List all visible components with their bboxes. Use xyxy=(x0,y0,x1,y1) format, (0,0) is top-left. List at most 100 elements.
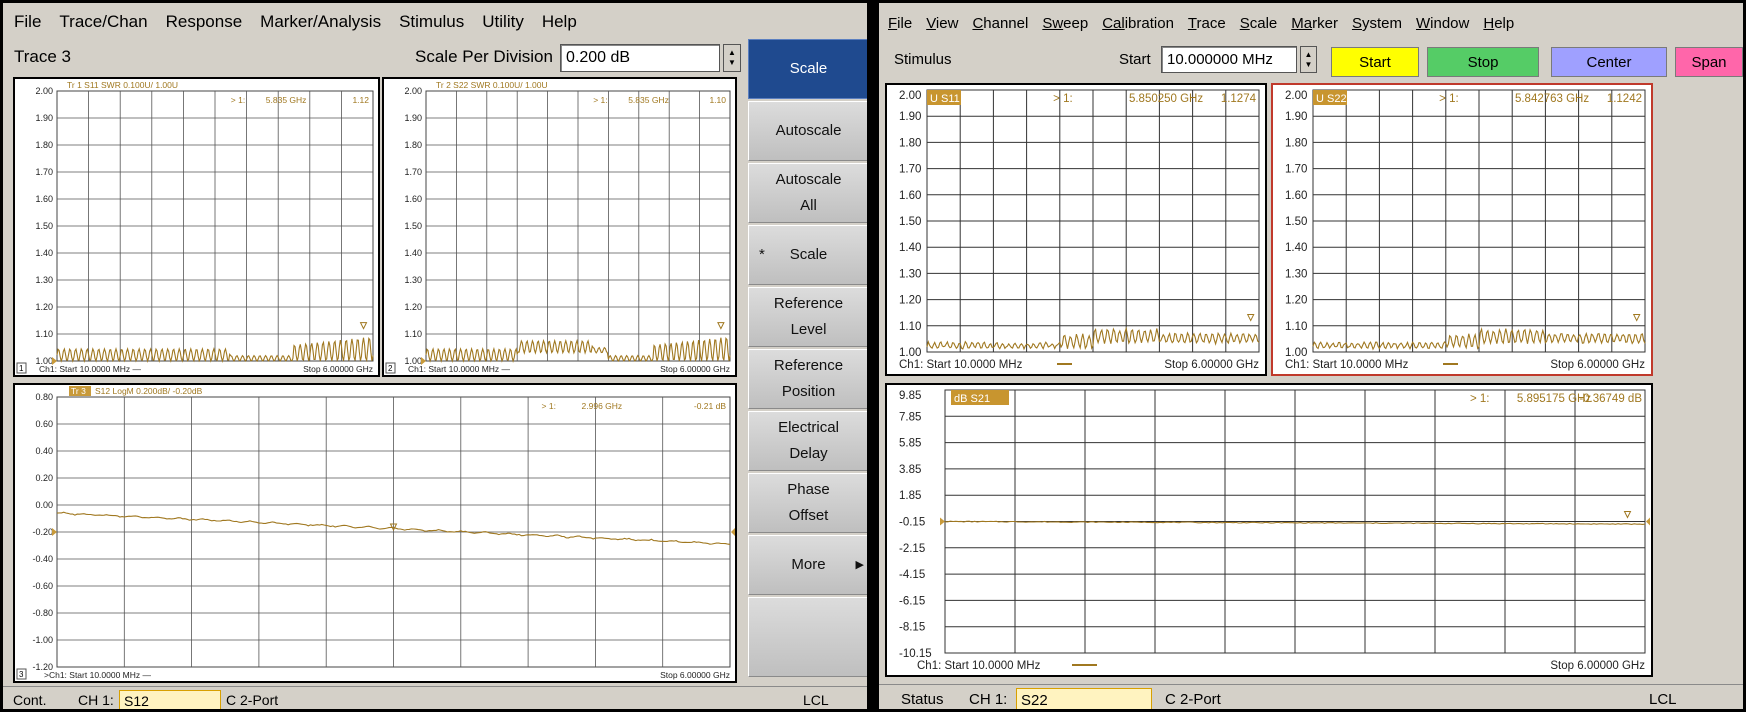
plot-trace2-s22-swr[interactable]: 2.00 1.90 1.80 1.70 1.60 1.50 1.40 1.30 1.20 1.10… xyxy=(382,77,737,377)
menu-channel[interactable]: Channel xyxy=(965,15,1035,32)
marker-label: > 1: xyxy=(542,401,556,411)
plot-canvas[interactable]: 2.00 1.90 1.80 1.70 1.60 1.50 1.40 1.30 1.20 1.10… xyxy=(1273,85,1651,374)
scale-softkey[interactable]: * Scale xyxy=(748,225,867,285)
scale-spinner[interactable]: ▲ ▼ xyxy=(723,44,741,72)
marker-frequency: 5.835 GHz xyxy=(266,95,307,105)
menu-file[interactable]: File xyxy=(5,12,50,32)
start-frequency-input[interactable]: 10.000000 MHz xyxy=(1161,46,1297,73)
y-tick-label: -2.15 xyxy=(899,543,925,555)
spin-down-icon[interactable]: ▼ xyxy=(1305,60,1313,70)
y-tick-label: 5.85 xyxy=(899,438,921,450)
spin-down-icon[interactable]: ▼ xyxy=(728,58,736,68)
marker-frequency: 5.842763 GHz xyxy=(1515,93,1589,105)
stimulus-start-button[interactable]: Start xyxy=(1331,47,1419,77)
reference-arrow-icon xyxy=(940,517,945,526)
menu-system[interactable]: System xyxy=(1345,15,1409,32)
plot-s11[interactable]: 2.00 1.90 1.80 1.70 1.60 1.50 1.40 1.30 1.20 1.10… xyxy=(885,83,1267,376)
start-spinner[interactable]: ▲ ▼ xyxy=(1300,46,1317,73)
softkey-label: Offset xyxy=(788,507,829,524)
plot-canvas[interactable]: 2.00 1.90 1.80 1.70 1.60 1.50 1.40 1.30 1.20 1.10… xyxy=(384,79,735,375)
autoscale-softkey[interactable]: Autoscale xyxy=(748,101,867,161)
menu-accelerator: S xyxy=(1239,14,1250,32)
y-tick-label: 1.10 xyxy=(404,329,422,339)
menu-utility[interactable]: Utility xyxy=(473,12,533,32)
sweep-stop-label: Stop 6.00000 GHz xyxy=(1164,359,1259,371)
y-tick-label: 1.30 xyxy=(35,275,53,285)
y-tick-label: 1.60 xyxy=(1285,190,1307,202)
plot-s22[interactable]: 2.00 1.90 1.80 1.70 1.60 1.50 1.40 1.30 1.20 1.10… xyxy=(1271,83,1653,376)
softkey-label: Autoscale xyxy=(775,171,842,188)
plot-canvas[interactable]: 0.80 0.60 0.40 0.20 0.00 -0.20 -0.40 -0.60 -0.80… xyxy=(15,385,735,681)
menu-accelerator: T xyxy=(1187,14,1197,32)
menu-response[interactable]: Response xyxy=(157,12,252,32)
spin-up-icon[interactable]: ▲ xyxy=(728,48,736,58)
autoscale-all-softkey[interactable]: Autoscale All xyxy=(748,163,867,223)
trace-header: Tr 2 S22 SWR 0.100U/ 1.00U xyxy=(436,80,548,90)
stimulus-stop-button[interactable]: Stop xyxy=(1427,47,1539,77)
marker-label: > 1: xyxy=(593,95,607,105)
menu-calibration[interactable]: Calibration xyxy=(1095,15,1181,32)
sweep-stop-label: Stop 6.00000 GHz xyxy=(303,364,373,374)
menu-window[interactable]: Window xyxy=(1409,15,1476,32)
y-tick-label: 1.50 xyxy=(899,216,921,228)
menu-trace[interactable]: Trace xyxy=(1181,15,1233,32)
y-tick-label: 1.00 xyxy=(899,347,921,359)
plot-canvas[interactable]: 2.00 1.90 1.80 1.70 1.60 1.50 1.40 1.30 1.20 1.10… xyxy=(15,79,378,375)
reference-level-softkey[interactable]: Reference Level xyxy=(748,287,867,347)
left-analyzer-window: File Trace/Chan Response Marker/Analysis Sti… xyxy=(0,0,870,712)
menu-accelerator: F xyxy=(888,14,898,32)
menu-label-rest: ystem xyxy=(1361,14,1402,32)
menu-label-rest: elp xyxy=(1494,14,1515,32)
plot-s21[interactable]: 9.85 7.85 5.85 3.85 1.85 -0.15 -2.15 -4.15 -6.15… xyxy=(885,383,1653,677)
phase-offset-softkey[interactable]: Phase Offset xyxy=(748,473,867,533)
menu-accelerator: V xyxy=(926,14,936,32)
menu-tracechan[interactable]: Trace/Chan xyxy=(50,12,156,32)
menu-scale[interactable]: Scale xyxy=(1233,15,1285,32)
spin-up-icon[interactable]: ▲ xyxy=(1305,50,1313,60)
scale-per-division-label: Scale Per Division xyxy=(415,47,553,66)
more-softkey[interactable]: More ▶ xyxy=(748,535,867,595)
channel-label: CH 1: xyxy=(78,692,114,708)
menu-help[interactable]: Help xyxy=(533,12,586,32)
reference-position-softkey[interactable]: Reference Position xyxy=(748,349,867,409)
menu-file[interactable]: File xyxy=(881,15,919,32)
scale-per-division-input[interactable]: 0.200 dB xyxy=(560,44,720,72)
y-tick-label: 1.20 xyxy=(404,302,422,312)
plot-canvas[interactable]: 9.85 7.85 5.85 3.85 1.85 -0.15 -2.15 -4.15 -6.15… xyxy=(887,385,1651,675)
y-tick-label: 1.40 xyxy=(404,248,422,258)
blank-softkey[interactable] xyxy=(748,597,867,677)
lcl-indicator: LCL xyxy=(803,692,829,708)
y-tick-label: 1.60 xyxy=(404,194,422,204)
menu-label-rest: indow xyxy=(1430,14,1470,32)
menu-label-rest: rker xyxy=(1312,14,1338,32)
stimulus-span-button[interactable]: Span xyxy=(1675,47,1743,77)
trace-tag: U S11 xyxy=(930,93,960,105)
softkey-label: Reference xyxy=(773,357,844,374)
softkey-label: Scale xyxy=(789,246,828,263)
port-mode: C 2-Port xyxy=(226,692,279,708)
plot-trace1-s11-swr[interactable]: 2.00 1.90 1.80 1.70 1.60 1.50 1.40 1.30 1.20 1.10… xyxy=(13,77,380,377)
stimulus-center-button[interactable]: Center xyxy=(1551,47,1667,77)
menu-sweep[interactable]: Sweep xyxy=(1035,15,1095,32)
active-param-field[interactable]: S12 xyxy=(119,690,221,709)
plot-canvas[interactable]: 2.00 1.90 1.80 1.70 1.60 1.50 1.40 1.30 1.20 1.10… xyxy=(887,85,1265,374)
menu-help[interactable]: Help xyxy=(1476,15,1521,32)
menu-markeranalysis[interactable]: Marker/Analysis xyxy=(251,12,390,32)
menu-stimulus[interactable]: Stimulus xyxy=(390,12,473,32)
marker-frequency: 5.835 GHz xyxy=(628,95,669,105)
menu-view[interactable]: View xyxy=(919,15,965,32)
scale-softkey-header[interactable]: Scale xyxy=(748,39,867,99)
sweep-stop-label: Stop 6.00000 GHz xyxy=(1550,660,1645,672)
y-tick-label: 1.90 xyxy=(1285,111,1307,123)
plot-trace3-s12-logm[interactable]: 0.80 0.60 0.40 0.20 0.00 -0.20 -0.40 -0.60 -0.80… xyxy=(13,383,737,683)
sweep-stop-label: Stop 6.00000 GHz xyxy=(660,670,730,680)
menu-accelerator: W xyxy=(1415,14,1431,32)
sweep-start-label: >Ch1: Start 10.0000 MHz — xyxy=(44,670,152,680)
menu-marker[interactable]: Marker xyxy=(1284,15,1345,32)
y-tick-label: 1.60 xyxy=(899,190,921,202)
y-tick-label: 1.90 xyxy=(404,113,422,123)
electrical-delay-softkey[interactable]: Electrical Delay xyxy=(748,411,867,471)
y-tick-label: 1.40 xyxy=(1285,242,1307,254)
active-param-field[interactable]: S22 xyxy=(1016,688,1152,709)
left-entry-toolbar: Trace 3 Scale Per Division 0.200 dB ▲ ▼ xyxy=(3,41,867,77)
